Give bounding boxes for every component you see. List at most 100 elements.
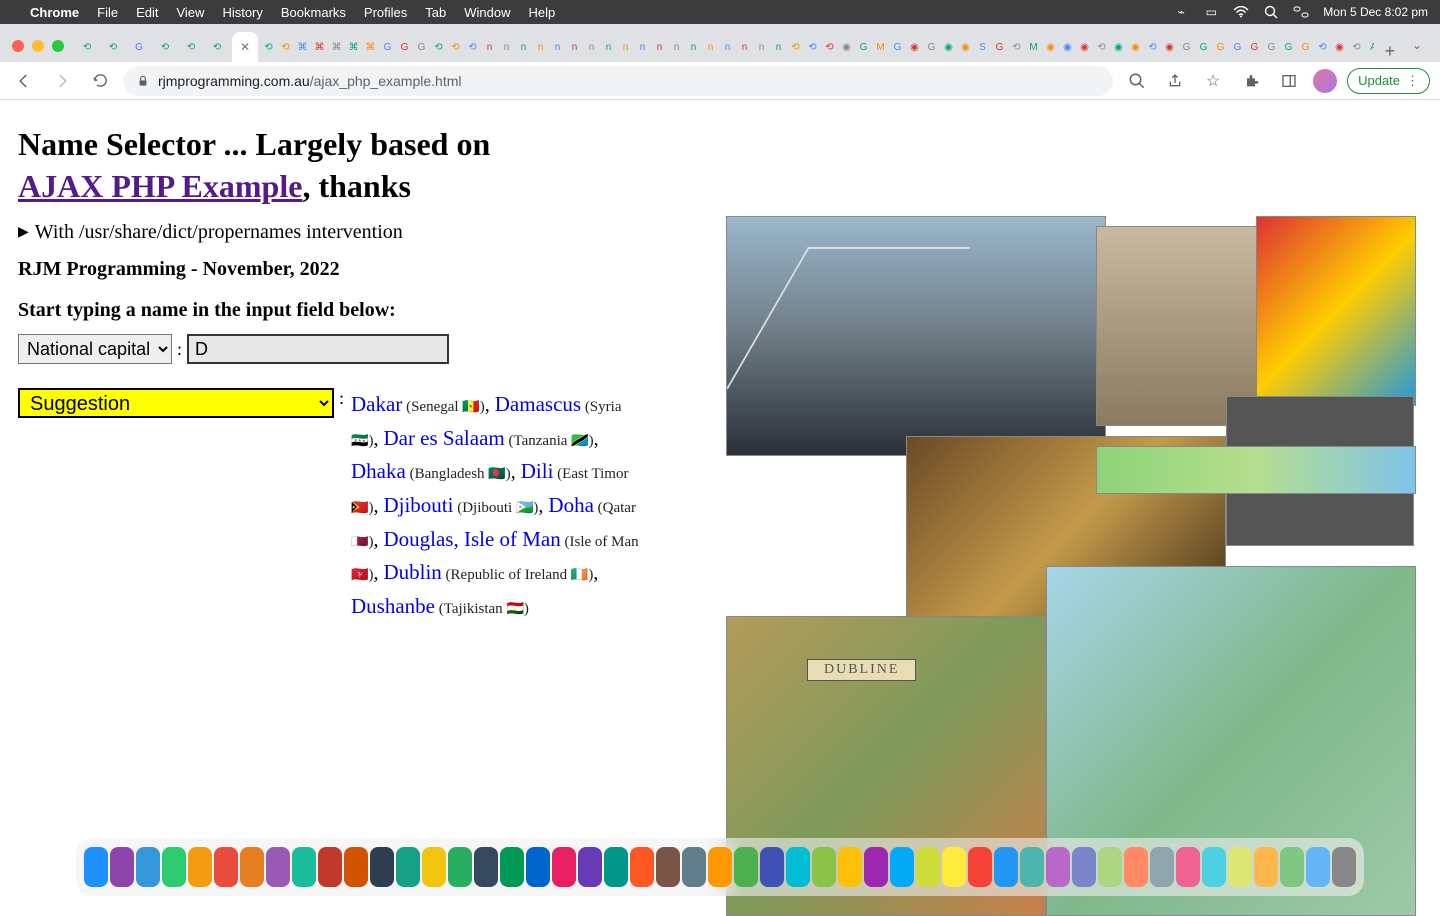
dock-app[interactable]	[370, 847, 394, 887]
spotlight-icon[interactable]	[1263, 4, 1279, 20]
tab-bg[interactable]: G	[991, 32, 1008, 62]
dock-app[interactable]	[1332, 847, 1356, 887]
dock-app[interactable]	[188, 847, 212, 887]
profile-avatar[interactable]	[1313, 69, 1337, 93]
dock-app[interactable]	[240, 847, 264, 887]
tab-bg[interactable]: G	[1280, 32, 1297, 62]
close-window-button[interactable]	[12, 40, 24, 52]
tab-bg[interactable]: G	[889, 32, 906, 62]
suggestion-link[interactable]: Dakar	[351, 392, 402, 416]
tab-bg[interactable]: n	[719, 32, 736, 62]
address-bar[interactable]: rjmprogramming.com.au/ajax_php_example.h…	[124, 66, 1113, 96]
tab-bg[interactable]: ⟲	[430, 32, 447, 62]
dock-app[interactable]	[942, 847, 966, 887]
dock-app[interactable]	[708, 847, 732, 887]
suggestion-link[interactable]: Doha	[548, 493, 594, 517]
update-button[interactable]: Update ⋮	[1347, 68, 1430, 94]
dock-app[interactable]	[1280, 847, 1304, 887]
tab-bg[interactable]: ⟲	[804, 32, 821, 62]
dock-app[interactable]	[968, 847, 992, 887]
suggestion-link[interactable]: Douglas, Isle of Man	[383, 527, 560, 551]
dock-app[interactable]	[500, 847, 524, 887]
suggestion-select[interactable]: Suggestion	[18, 388, 334, 418]
tab-bg[interactable]: ⟲	[1314, 32, 1331, 62]
tab-bg[interactable]: n	[770, 32, 787, 62]
tab-bg[interactable]: G	[1297, 32, 1314, 62]
tab-bg[interactable]: G	[396, 32, 413, 62]
control-center-icon[interactable]	[1293, 4, 1309, 20]
tab-bg[interactable]: ◉	[906, 32, 923, 62]
dock-app[interactable]	[136, 847, 160, 887]
dock-app[interactable]	[396, 847, 420, 887]
bookmark-star-icon[interactable]: ☆	[1199, 67, 1227, 95]
dock-app[interactable]	[786, 847, 810, 887]
suggestion-link[interactable]: Djibouti	[383, 493, 453, 517]
dock-app[interactable]	[1098, 847, 1122, 887]
tab-bg[interactable]: ⟲	[1093, 32, 1110, 62]
extensions-icon[interactable]	[1237, 67, 1265, 95]
tab-active[interactable]: ✕	[232, 32, 258, 62]
tab-bg[interactable]: G	[126, 32, 152, 62]
dock-app[interactable]	[890, 847, 914, 887]
dock-app[interactable]	[1020, 847, 1044, 887]
tab-bg[interactable]: ◉	[1161, 32, 1178, 62]
tab-bg[interactable]: ◉	[1127, 32, 1144, 62]
dock-app[interactable]	[448, 847, 472, 887]
dock-app[interactable]	[318, 847, 342, 887]
tabs-dropdown-icon[interactable]: ⌄	[1406, 38, 1432, 62]
dock-app[interactable]	[812, 847, 836, 887]
tab-bg[interactable]: n	[532, 32, 549, 62]
dock-app[interactable]	[838, 847, 862, 887]
dock-app[interactable]	[994, 847, 1018, 887]
dock-app[interactable]	[1072, 847, 1096, 887]
dock-app[interactable]	[552, 847, 576, 887]
tab-bg[interactable]: n	[498, 32, 515, 62]
dock-app[interactable]	[84, 847, 108, 887]
tab-bg[interactable]: ⟲	[447, 32, 464, 62]
tab-bg[interactable]: ⟲	[74, 32, 100, 62]
tab-bg[interactable]: ◉	[940, 32, 957, 62]
tab-bg[interactable]: ⟲	[204, 32, 230, 62]
suggestion-link[interactable]: Damascus	[495, 392, 581, 416]
dock-app[interactable]	[162, 847, 186, 887]
tab-bg[interactable]: ◉	[838, 32, 855, 62]
menu-profiles[interactable]: Profiles	[364, 5, 407, 20]
dock-app[interactable]	[604, 847, 628, 887]
suggestion-link[interactable]: Dili	[521, 459, 554, 483]
tab-bg[interactable]: ◉	[1110, 32, 1127, 62]
tab-bg[interactable]: n	[515, 32, 532, 62]
menu-file[interactable]: File	[97, 5, 118, 20]
tab-bg[interactable]: ◉	[1042, 32, 1059, 62]
zoom-icon[interactable]	[1123, 67, 1151, 95]
tab-bg[interactable]: ⌘	[362, 32, 379, 62]
tab-bg[interactable]: G	[1195, 32, 1212, 62]
tab-bg[interactable]: n	[753, 32, 770, 62]
dock-app[interactable]	[292, 847, 316, 887]
dock-app[interactable]	[1176, 847, 1200, 887]
tab-bg[interactable]: M	[872, 32, 889, 62]
dock-app[interactable]	[1228, 847, 1252, 887]
tab-bg[interactable]: ⟲	[464, 32, 481, 62]
tab-bg[interactable]: ⟲	[821, 32, 838, 62]
tab-bg[interactable]: ⌘	[294, 32, 311, 62]
suggestion-link[interactable]: Dublin	[383, 560, 441, 584]
tab-bg[interactable]: ◉	[1331, 32, 1348, 62]
tab-bg[interactable]: ⌘	[311, 32, 328, 62]
tab-bg[interactable]: n	[685, 32, 702, 62]
tab-bg[interactable]: ⟲	[1008, 32, 1025, 62]
tab-bg[interactable]: ⟲	[1348, 32, 1365, 62]
menu-view[interactable]: View	[176, 5, 204, 20]
menu-history[interactable]: History	[222, 5, 262, 20]
back-button[interactable]	[10, 67, 38, 95]
reload-button[interactable]	[86, 67, 114, 95]
dock-app[interactable]	[266, 847, 290, 887]
tab-bg[interactable]: n	[668, 32, 685, 62]
tab-bg[interactable]: n	[600, 32, 617, 62]
tab-bg[interactable]: ⟲	[787, 32, 804, 62]
tab-bg[interactable]: ⟲	[178, 32, 204, 62]
tab-bg[interactable]: A	[1365, 32, 1374, 62]
tab-bg[interactable]: G	[923, 32, 940, 62]
tab-bg[interactable]: ◉	[957, 32, 974, 62]
dock-app[interactable]	[474, 847, 498, 887]
tab-bg[interactable]: G	[379, 32, 396, 62]
